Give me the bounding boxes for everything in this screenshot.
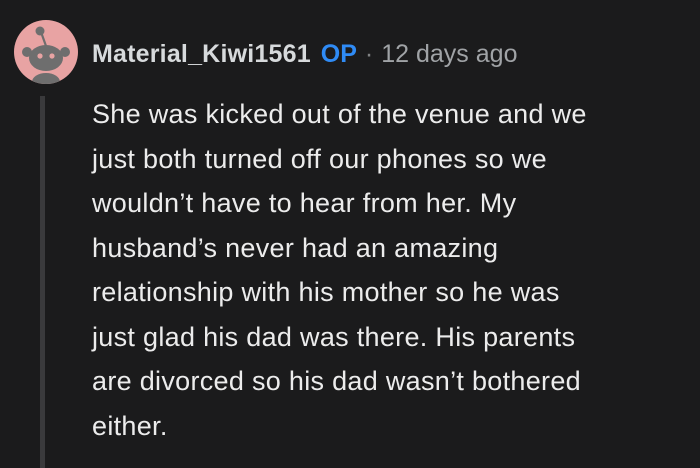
comment-timestamp[interactable]: 12 days ago bbox=[381, 40, 517, 69]
op-badge: OP bbox=[320, 39, 357, 68]
comment-meta: Material_Kiwi1561 OP · 12 days ago bbox=[92, 36, 517, 72]
author-username[interactable]: Material_Kiwi1561 bbox=[92, 40, 311, 69]
comment-body: She was kicked out of the venue and we j… bbox=[92, 99, 587, 441]
thread-collapse-line[interactable] bbox=[40, 96, 45, 468]
meta-separator: · bbox=[364, 39, 374, 68]
comment: Material_Kiwi1561 OP · 12 days ago She w… bbox=[0, 0, 700, 468]
reddit-snoo-avatar-icon[interactable] bbox=[14, 20, 78, 84]
